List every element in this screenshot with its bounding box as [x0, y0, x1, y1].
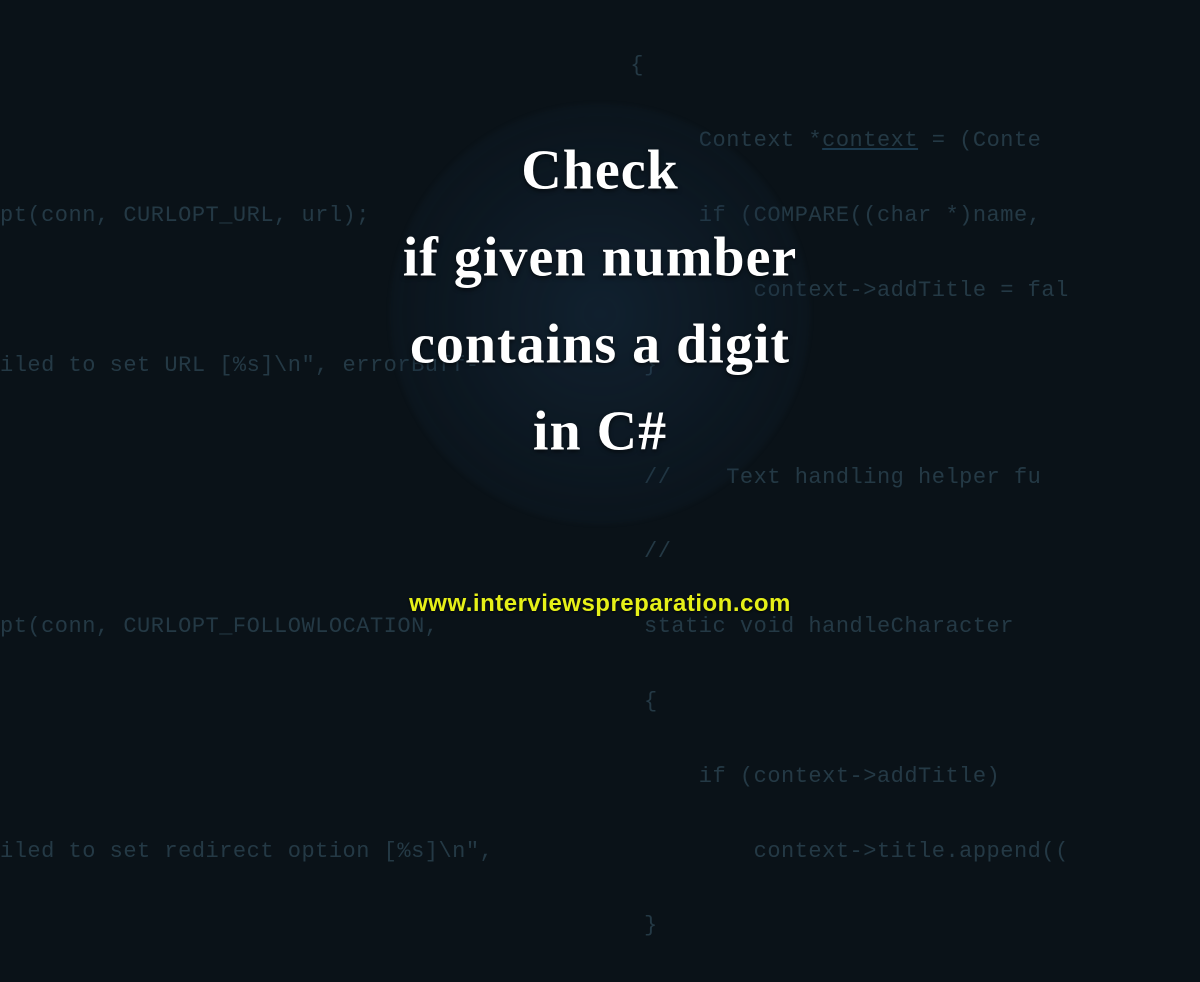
- title-line-1: Check: [0, 128, 1200, 215]
- bg-code-line: iled to set redirect option [%s]\n", con…: [0, 833, 1200, 870]
- bg-code-line: }: [0, 907, 1200, 944]
- bg-code-line: if (context->addTitle): [0, 758, 1200, 795]
- title-block: Check if given number contains a digit i…: [0, 128, 1200, 475]
- bg-code-line: {: [0, 683, 1200, 720]
- title-line-2: if given number: [0, 215, 1200, 302]
- title-line-3: contains a digit: [0, 301, 1200, 388]
- title-line-4: in C#: [0, 388, 1200, 475]
- site-url: www.interviewspreparation.com: [409, 590, 791, 618]
- bg-code-line: //: [0, 533, 1200, 570]
- bg-code-line: {: [0, 47, 1200, 84]
